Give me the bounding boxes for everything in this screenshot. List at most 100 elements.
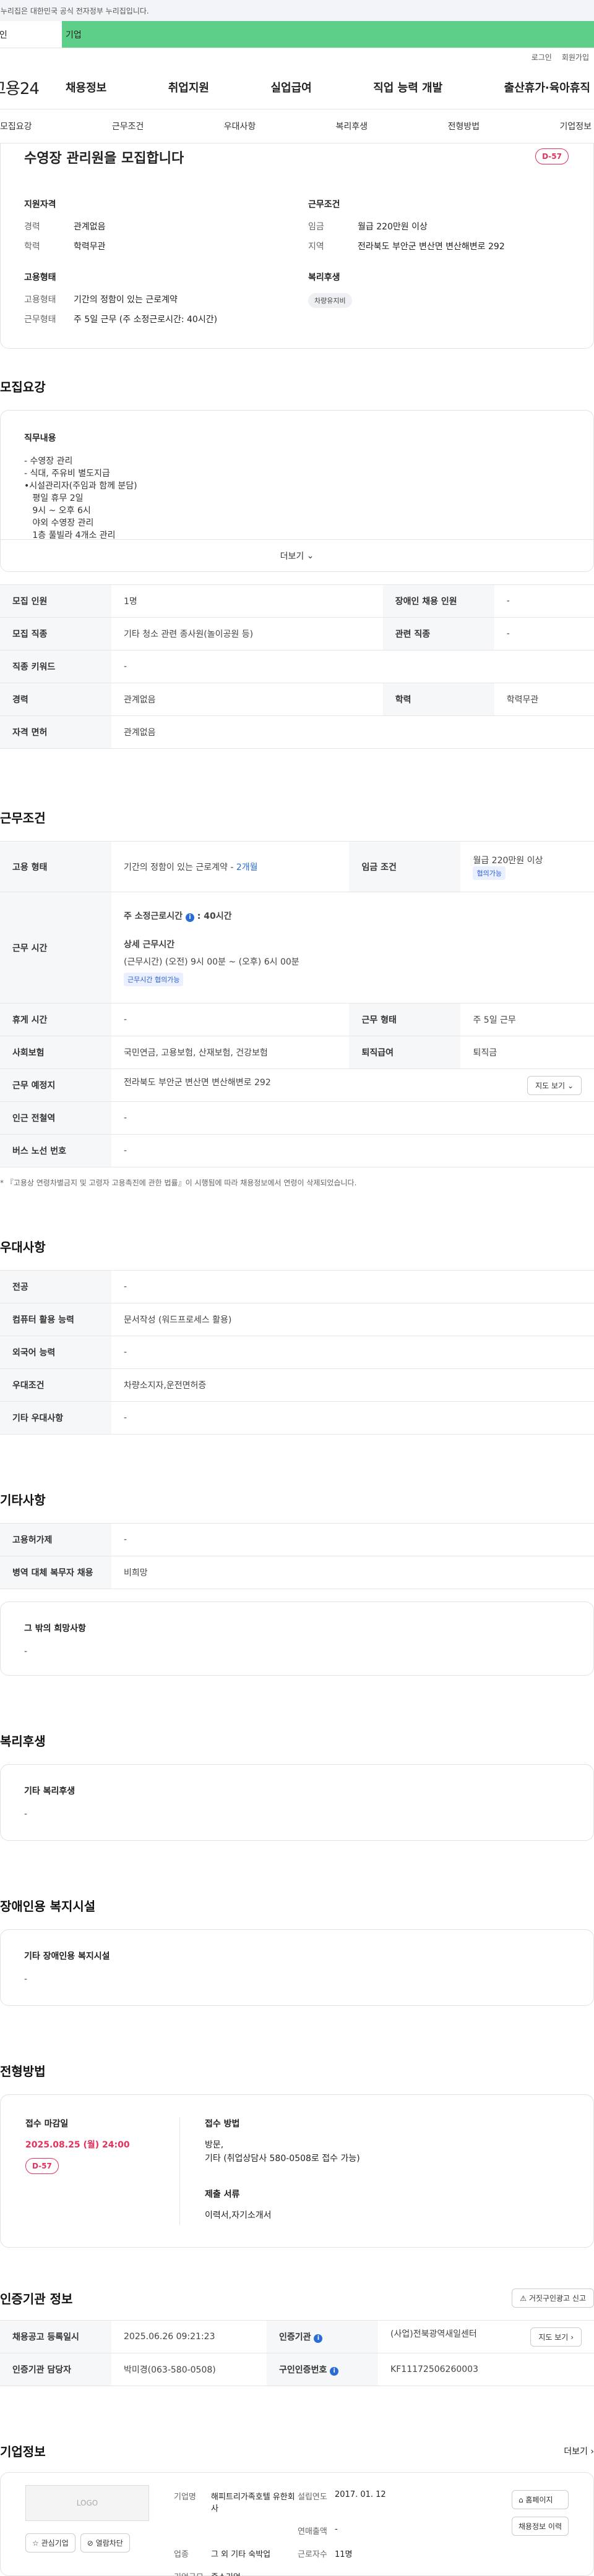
company-logo: LOGO: [25, 2485, 149, 2521]
cell-header: 외국어 능력: [0, 1336, 111, 1369]
gnb-item-leave[interactable]: 출산휴가·육아휴직: [504, 79, 590, 95]
company-section-title: 기업정보: [0, 2444, 46, 2459]
report-fake-ad-button[interactable]: ⚠ 거짓구인광고 신고: [512, 2288, 594, 2308]
signup-link[interactable]: 회원가입: [562, 52, 589, 62]
other-wishes-value: -: [24, 1647, 28, 1657]
work-table: 고용 형태 기간의 정함이 있는 근로계약 - 2개월 임금 조건 월급 220…: [0, 841, 594, 1167]
job-summary-card: 수영장 관리원을 모집합니다 D-57 지원자격 경력 관계없음 학력 학력무관 고…: [0, 143, 594, 349]
site-logo[interactable]: 고용24: [0, 76, 66, 99]
cell-header: 근무 시간: [0, 892, 111, 1004]
cell-header: 우대조건: [0, 1368, 111, 1402]
cert-map-button[interactable]: 지도 보기 ›: [530, 2327, 582, 2347]
cell-header: 자격 면허: [0, 715, 111, 749]
employ-type-value: 기간의 정함이 있는 근로계약 -: [124, 862, 234, 872]
cell-value: 박미경(063-580-0508): [111, 2353, 267, 2386]
map-button[interactable]: 지도 보기 ⌄: [527, 1075, 582, 1095]
table-row: 컴퓨터 활용 능력 문서작성 (워드프로세스 활용): [0, 1303, 594, 1336]
cell-value: 관계없음: [111, 715, 594, 749]
favorite-company-button[interactable]: ☆ 관심기업: [25, 2533, 75, 2553]
cell-header: 고용허가제: [0, 1523, 111, 1556]
subnav-welfare[interactable]: 복리후생: [336, 120, 368, 132]
cell-header: 퇴직급여: [349, 1036, 461, 1069]
cert-section-title: 인증기관 정보: [0, 2292, 73, 2306]
block-label: 열람차단: [95, 2539, 123, 2548]
subnav-work[interactable]: 근무조건: [112, 120, 144, 132]
company-header: 기업정보 더보기 ›: [0, 2442, 594, 2460]
chevron-down-icon: ⌄: [306, 550, 314, 561]
condition-title: 근무조건: [308, 200, 340, 210]
cell-value: 월급 220만원 이상 협의가능: [460, 841, 594, 892]
more-button[interactable]: 더보기 ⌄: [1, 539, 593, 571]
cell-value: 국민연금, 고용보험, 산재보험, 건강보험: [111, 1036, 350, 1069]
cell-value: 비희망: [111, 1556, 594, 1589]
history-button[interactable]: 채용정보 이력: [511, 2517, 569, 2536]
dday-badge: D-57: [535, 148, 569, 164]
co-revenue-value: -: [335, 2525, 338, 2534]
more-label: 더보기: [280, 551, 304, 561]
top-tabs: 개인 기업: [0, 21, 594, 48]
cell-header: 임금 조건: [349, 841, 461, 892]
cert-header: 인증기관 정보 ⚠ 거짓구인광고 신고: [0, 2288, 594, 2308]
co-size-value: 중소기업: [211, 2570, 298, 2576]
chevron-down-icon: ⌄: [567, 1081, 574, 1090]
cell-header: 인증기관 i: [267, 2320, 379, 2353]
table-row: 자격 면허 관계없음: [0, 715, 594, 749]
edu-key: 학력: [24, 242, 40, 252]
info-icon[interactable]: i: [314, 2334, 323, 2343]
gnb-item-jobs[interactable]: 채용정보: [66, 79, 106, 95]
summary-left: 지원자격 경력 관계없음 학력 학력무관 고용형태 고용형태 기간의 정함이 있는 근…: [24, 198, 297, 333]
deadline-value: 2025.08.25 (월) 24:00: [25, 2140, 130, 2150]
co-industry-key: 업종: [174, 2550, 189, 2559]
info-icon[interactable]: i: [330, 2367, 339, 2376]
method-label: 접수 방법: [205, 2119, 240, 2129]
co-founded-value: 2017. 01. 12: [335, 2490, 386, 2499]
tab-corp[interactable]: 기업: [62, 21, 594, 48]
cell-header: 모집 인원: [0, 584, 111, 618]
subnav-pref[interactable]: 우대사항: [224, 120, 256, 132]
block-view-button[interactable]: ⊘ 열람차단: [80, 2533, 130, 2553]
wage-value: 월급 220만원 이상: [473, 855, 543, 866]
gnb-item-benefit[interactable]: 실업급여: [271, 79, 312, 95]
table-row: 우대조건 차량소지자,운전면허증: [0, 1368, 594, 1402]
cell-value: -: [494, 617, 594, 650]
section-tabs: 모집요강 근무조건 우대사항 복리후생 전형방법 기업정보: [0, 109, 594, 143]
welfare-title: 복리후생: [308, 273, 340, 283]
co-founded-key: 설립연도: [298, 2493, 327, 2502]
gnb-item-training[interactable]: 직업 능력 개발: [373, 79, 442, 95]
cell-value: -: [494, 584, 594, 618]
hours-detail: (근무시간) (오전) 9시 00분 ~ (오후) 6시 00분: [124, 957, 299, 967]
tab-corp-label: 기업: [66, 30, 82, 40]
cell-header: 인증기관 담당자: [0, 2353, 111, 2386]
region-value: 전라북도 부안군 변산면 변산해변로 292: [358, 242, 505, 252]
table-row: 직종 키워드 -: [0, 650, 594, 683]
cell-value: 학력무관: [494, 683, 594, 716]
subnav-company[interactable]: 기업정보: [559, 120, 592, 132]
company-more-link[interactable]: 더보기 ›: [564, 2445, 594, 2457]
cell-value: 관계없음: [111, 683, 383, 716]
qualification-title: 지원자격: [24, 200, 56, 210]
cell-header: 기타 우대사항: [0, 1401, 111, 1435]
subnav-recruit[interactable]: 모집요강: [0, 120, 32, 132]
cert-org-value: (사업)전북광역새일센터: [390, 2329, 477, 2339]
company-logo-block: LOGO ☆ 관심기업 ⊘ 열람차단: [25, 2485, 149, 2553]
table-row: 인근 전철역 -: [0, 1101, 594, 1135]
co-size-key: 기업규모: [174, 2570, 211, 2576]
login-link[interactable]: 로그인: [532, 52, 552, 62]
info-icon[interactable]: i: [185, 913, 194, 922]
cell-header: 학력: [382, 683, 494, 716]
tab-person[interactable]: 개인: [0, 21, 62, 48]
report-button-label: 거짓구인광고 신고: [528, 2294, 586, 2303]
homepage-button[interactable]: ⌂ 홈페이지: [511, 2490, 569, 2509]
table-row: 경력 관계없음 학력 학력무관: [0, 683, 594, 716]
table-row: 채용공고 등록일시 2025.06.26 09:21:23 인증기관 i (사업…: [0, 2320, 594, 2353]
cell-value: -: [111, 1101, 594, 1135]
gnb-item-support[interactable]: 취업지원: [168, 79, 209, 95]
disab-box-title: 기타 장애인용 복지시설: [24, 1951, 110, 1961]
welfare-box-title: 기타 복리후생: [24, 1786, 75, 1796]
cert-table: 채용공고 등록일시 2025.06.26 09:21:23 인증기관 i (사업…: [0, 2320, 594, 2386]
welfare-card: 기타 복리후생 -: [0, 1764, 594, 1841]
cert-org-label: 인증기관: [279, 2332, 311, 2342]
subnav-screening[interactable]: 전형방법: [448, 120, 480, 132]
method-value: 방문, 기타 (취업상담사 580-0508로 접수 가능): [205, 2140, 360, 2164]
pref-section-title: 우대사항: [0, 1240, 46, 1255]
